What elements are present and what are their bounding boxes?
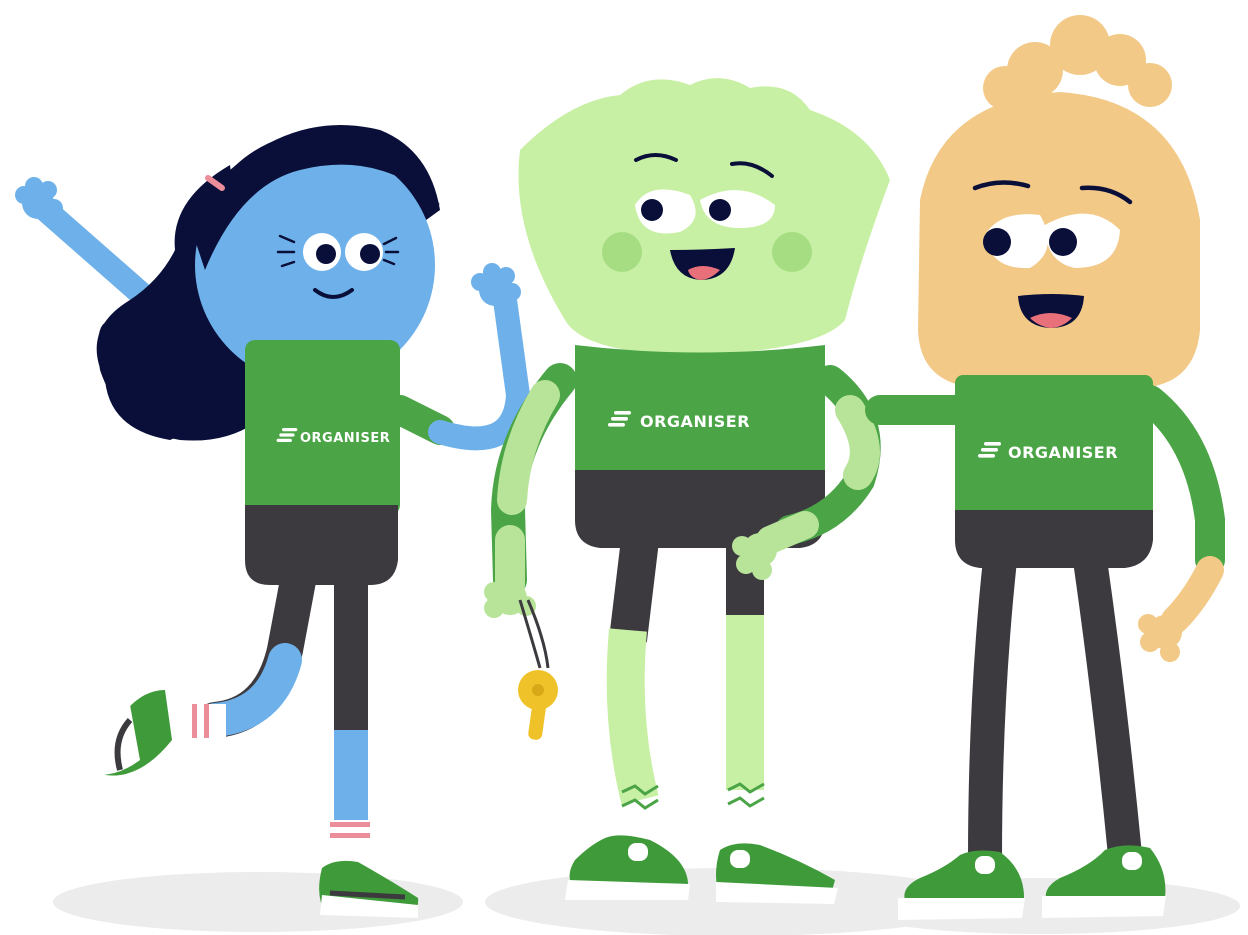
tan-right-hand	[1138, 614, 1182, 662]
green-head	[518, 78, 890, 355]
tan-character: ORGANISER	[865, 15, 1225, 920]
blue-raised-hand	[15, 177, 63, 219]
tan-right-shoe	[1042, 845, 1166, 918]
blue-front-shoe	[319, 860, 419, 918]
tan-shirt-text: ORGANISER	[1008, 443, 1118, 462]
blue-back-shoe	[98, 690, 172, 776]
blue-shirt-text: ORGANISER	[300, 431, 390, 446]
green-character: ORGANISER	[484, 78, 890, 904]
green-shirt-text: ORGANISER	[640, 412, 750, 431]
mascot-illustration: ORGANISER ORGANISER ORGANISER	[15, 15, 1240, 935]
blue-character: ORGANISER	[15, 125, 531, 918]
whistle-icon	[518, 599, 558, 740]
green-left-hand	[484, 581, 536, 618]
green-right-shoe	[716, 843, 838, 904]
green-left-shoe	[565, 835, 690, 900]
blue-shirt	[245, 340, 400, 515]
blue-shorts	[245, 505, 398, 585]
blue-right-hand	[471, 263, 521, 306]
tan-left-shoe	[898, 850, 1025, 920]
